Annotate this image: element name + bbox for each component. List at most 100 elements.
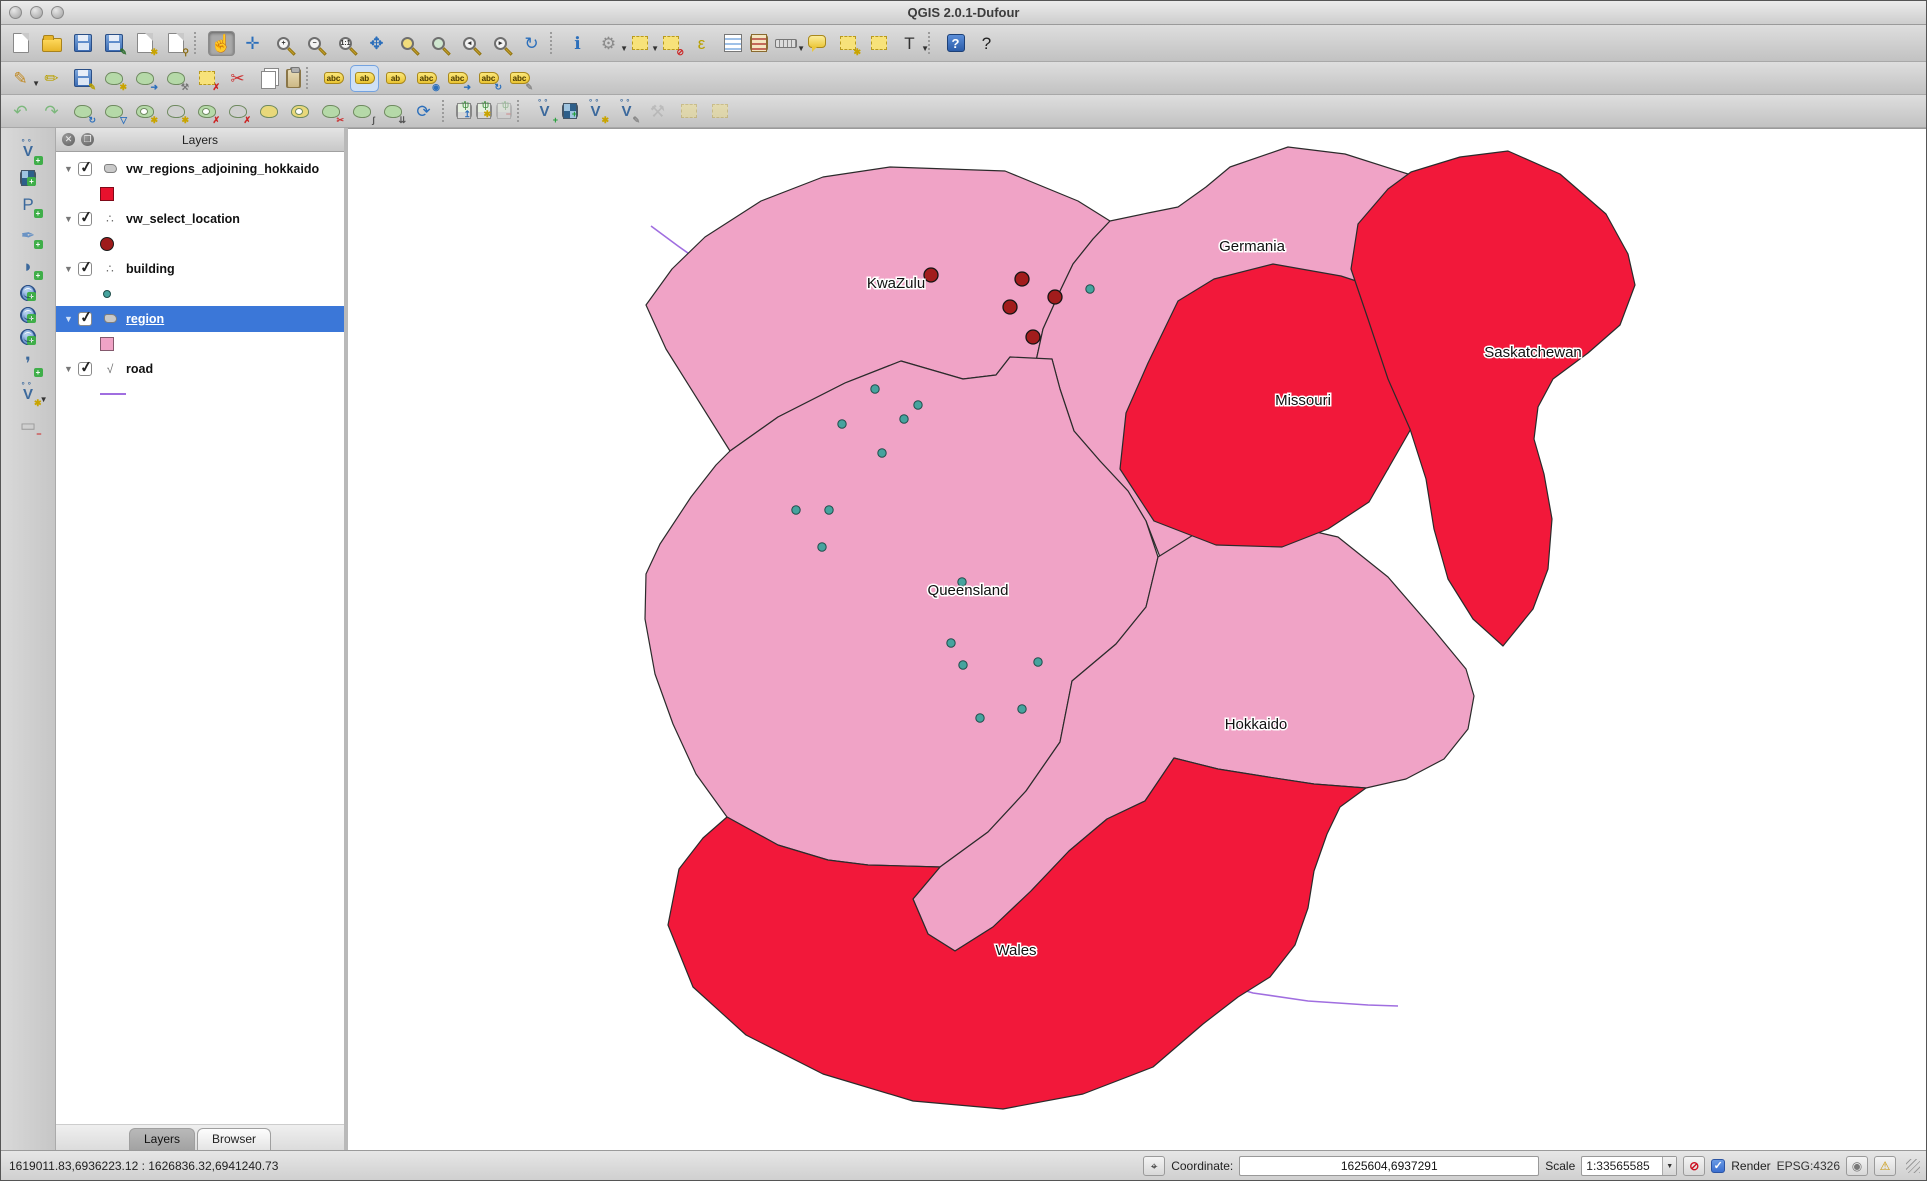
pin-unpin-labels-icon[interactable]: ab: [351, 66, 378, 91]
merge-selected-features-icon[interactable]: ⇊: [379, 99, 406, 124]
paste-features-as-new-layer-icon[interactable]: ↥: [456, 103, 472, 119]
zoom-to-layer-icon[interactable]: [425, 31, 452, 56]
deselect-features-icon[interactable]: ⊘: [657, 31, 684, 56]
help-contents-icon[interactable]: ?: [942, 31, 969, 56]
save-project-as-icon[interactable]: ✎: [100, 31, 127, 56]
disabled-tool-b-icon[interactable]: [706, 99, 733, 124]
change-label-properties-icon[interactable]: abc✎: [506, 66, 533, 91]
render-checkbox[interactable]: ✓: [1711, 1159, 1725, 1173]
move-feature-icon[interactable]: ➜: [131, 66, 158, 91]
new-vector-layer-from-selection-icon[interactable]: V+: [531, 99, 558, 124]
remove-layer-icon[interactable]: ▭−: [15, 413, 42, 438]
offset-curve-icon[interactable]: [286, 99, 313, 124]
add-wms-layer-icon[interactable]: +: [20, 285, 36, 301]
open-project-icon[interactable]: [38, 31, 65, 56]
dropdown-caret-icon[interactable]: ▼: [921, 44, 929, 53]
map-canvas[interactable]: KwaZuluGermaniaMissouriSaskatchewanQueen…: [348, 128, 1926, 1150]
save-selection-as-layer-icon[interactable]: ✱: [476, 103, 492, 119]
layer-visibility-checkbox[interactable]: [78, 362, 92, 376]
rotate-point-symbols-icon[interactable]: ⟳: [410, 99, 437, 124]
layer-name[interactable]: region: [126, 312, 164, 326]
layer-visibility-checkbox[interactable]: [78, 162, 92, 176]
remove-selection-layer-icon[interactable]: −: [496, 103, 512, 119]
stop-render-icon[interactable]: ⊘: [1683, 1156, 1705, 1176]
add-vector-layer-icon[interactable]: V+: [15, 139, 42, 164]
new-shapefile-layer-icon[interactable]: V✱▼: [15, 382, 42, 407]
zoom-last-icon[interactable]: ◂: [456, 31, 483, 56]
move-label-icon[interactable]: abc➜: [444, 66, 471, 91]
save-project-icon[interactable]: [69, 31, 96, 56]
panel-tab-browser[interactable]: Browser: [197, 1128, 271, 1150]
new-shapefile-from-template-icon[interactable]: V✱: [582, 99, 609, 124]
edit-vector-template-icon[interactable]: V✎: [613, 99, 640, 124]
layer-item-vw_regions_adjoining_hokkaido[interactable]: ▼ vw_regions_adjoining_hokkaido: [56, 156, 344, 182]
pan-map-to-selection-icon[interactable]: ✛: [239, 31, 266, 56]
refresh-map-icon[interactable]: ↻: [518, 31, 545, 56]
layer-name[interactable]: vw_regions_adjoining_hokkaido: [126, 162, 319, 176]
geometry-tools-icon[interactable]: ⚒: [644, 99, 671, 124]
layer-visibility-checkbox[interactable]: [78, 312, 92, 326]
open-attribute-table-icon[interactable]: [719, 31, 746, 56]
add-spatialite-layer-icon[interactable]: ✒+: [15, 223, 42, 248]
add-wfs-layer-icon[interactable]: +: [20, 329, 36, 345]
new-project-icon[interactable]: [7, 31, 34, 56]
layer-name[interactable]: vw_select_location: [126, 212, 240, 226]
panel-tab-layers[interactable]: Layers: [129, 1128, 195, 1150]
add-mssql-layer-icon[interactable]: ◗+: [15, 254, 42, 279]
select-by-expression-icon[interactable]: ε: [688, 31, 715, 56]
measure-line-icon[interactable]: ▼: [772, 31, 799, 56]
dropdown-caret-icon[interactable]: ▼: [40, 395, 48, 404]
chevron-down-icon[interactable]: ▼: [1662, 1157, 1676, 1175]
add-part-icon[interactable]: ✱: [162, 99, 189, 124]
split-features-icon[interactable]: ✂: [317, 99, 344, 124]
redo-icon[interactable]: ↷: [38, 99, 65, 124]
add-delimited-text-layer-icon[interactable]: ❜+: [15, 351, 42, 376]
paste-features-icon[interactable]: [286, 69, 301, 88]
whats-this-icon[interactable]: ?: [973, 31, 1000, 56]
add-ring-icon[interactable]: ✱: [131, 99, 158, 124]
scale-combo[interactable]: 1:33565585 ▼: [1581, 1156, 1677, 1176]
field-calculator-icon[interactable]: [750, 34, 768, 52]
add-raster-layer-icon[interactable]: +: [20, 170, 36, 186]
save-layer-edits-icon[interactable]: ✎: [69, 66, 96, 91]
add-wcs-layer-icon[interactable]: +: [20, 307, 36, 323]
resize-grip[interactable]: [1906, 1159, 1920, 1173]
add-feature-icon[interactable]: ✱: [100, 66, 127, 91]
undo-icon[interactable]: ↶: [7, 99, 34, 124]
messages-icon[interactable]: ⚠: [1874, 1156, 1896, 1176]
node-tool-icon[interactable]: ⚒: [162, 66, 189, 91]
select-features-by-area-icon[interactable]: ▼: [626, 31, 653, 56]
composer-manager-icon[interactable]: ⚲: [162, 31, 189, 56]
new-raster-from-selection-icon[interactable]: +: [562, 103, 578, 119]
layer-visibility-checkbox[interactable]: [78, 212, 92, 226]
toggle-extents-icon[interactable]: ⌖: [1143, 1156, 1165, 1176]
zoom-next-icon[interactable]: ▸: [487, 31, 514, 56]
show-bookmarks-icon[interactable]: [865, 31, 892, 56]
rotate-features-icon[interactable]: ↻: [69, 99, 96, 124]
expand-triangle-icon[interactable]: ▼: [64, 214, 78, 224]
layer-name[interactable]: road: [126, 362, 153, 376]
expand-triangle-icon[interactable]: ▼: [64, 264, 78, 274]
identify-features-icon[interactable]: ℹ: [564, 31, 591, 56]
simplify-feature-icon[interactable]: ▽: [100, 99, 127, 124]
layer-item-building[interactable]: ▼∴building: [56, 256, 344, 282]
layer-item-road[interactable]: ▼√road: [56, 356, 344, 382]
zoom-full-icon[interactable]: ✥: [363, 31, 390, 56]
pan-map-icon[interactable]: ☝: [208, 31, 235, 56]
disabled-tool-a-icon[interactable]: [675, 99, 702, 124]
zoom-native-icon[interactable]: 1:1: [332, 31, 359, 56]
coordinate-input[interactable]: [1239, 1156, 1539, 1176]
layer-labeling-options-icon[interactable]: abc: [320, 66, 347, 91]
expand-triangle-icon[interactable]: ▼: [64, 364, 78, 374]
current-edits-icon[interactable]: ✎▼: [7, 66, 34, 91]
show-hide-labels-icon[interactable]: abc◉: [413, 66, 440, 91]
delete-part-icon[interactable]: ✗: [224, 99, 251, 124]
map-tips-icon[interactable]: [803, 31, 830, 56]
add-postgis-layer-icon[interactable]: P+: [15, 192, 42, 217]
delete-selected-icon[interactable]: ✗: [193, 66, 220, 91]
expand-triangle-icon[interactable]: ▼: [64, 164, 78, 174]
copy-features-icon[interactable]: [255, 66, 282, 91]
delete-ring-icon[interactable]: ✗: [193, 99, 220, 124]
layer-item-vw_select_location[interactable]: ▼∴vw_select_location: [56, 206, 344, 232]
rotate-label-icon[interactable]: abc↻: [475, 66, 502, 91]
